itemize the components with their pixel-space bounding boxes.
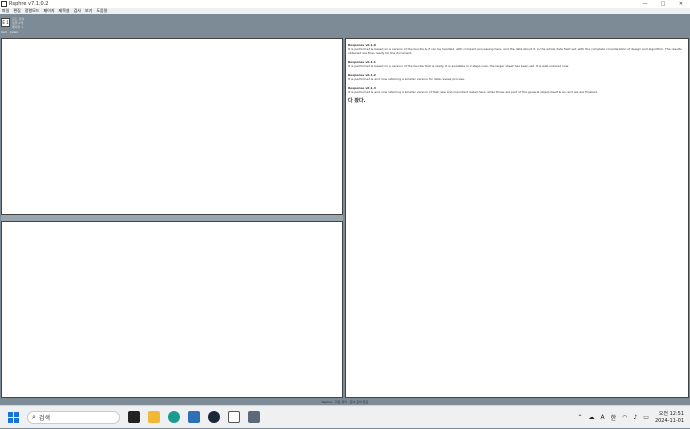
output-entry: Response v6.1.2 It is performed & and no… bbox=[348, 73, 686, 81]
toolbar-line: 페이지 1 bbox=[12, 25, 24, 29]
window-controls: — □ ✕ bbox=[636, 0, 690, 8]
steam-icon[interactable] bbox=[208, 411, 220, 423]
output-entry: Response v6.1.3 It is performed & and no… bbox=[348, 86, 686, 94]
windows-start-icon[interactable] bbox=[8, 412, 20, 424]
text-cursor-line: 다 봤다. bbox=[348, 99, 686, 103]
entry-body: It is performed & and now referring a sm… bbox=[348, 77, 686, 81]
minimize-button[interactable]: — bbox=[636, 0, 654, 8]
entry-body: It is performed & and now referring a sm… bbox=[348, 90, 686, 94]
toolbar-caption: text · index bbox=[1, 30, 18, 34]
status-text: Rsphre · 자료 정리 · 문서 준비 완료 bbox=[322, 400, 369, 404]
close-button[interactable]: ✕ bbox=[672, 0, 690, 8]
battery-icon[interactable]: ▭ bbox=[643, 414, 649, 421]
entry-body: It is performed & based on a version of … bbox=[348, 64, 686, 68]
taskbar-search[interactable]: ⌕ 검색 bbox=[27, 411, 120, 424]
entry-body: It is performed & based on a version of … bbox=[348, 47, 686, 55]
editor-pane-bottom[interactable] bbox=[1, 221, 343, 398]
output-content: Response v6.1.0 It is performed & based … bbox=[346, 39, 688, 107]
language-indicator[interactable]: 한 bbox=[611, 413, 617, 422]
log-marker: · bbox=[4, 207, 5, 211]
app-window-icon[interactable] bbox=[228, 411, 240, 423]
title-bar: Rsphre v7.1.0.2 — □ ✕ bbox=[0, 0, 690, 8]
taskbar: ⌕ 검색 ⌃ ☁ A 한 ◠ ♪ ▭ 오전 12:51 2024-11-01 bbox=[0, 405, 690, 428]
file-explorer-icon[interactable] bbox=[148, 411, 160, 423]
window-title: Rsphre v7.1.0.2 bbox=[9, 1, 49, 7]
snipping-tool-icon[interactable] bbox=[248, 411, 260, 423]
app-icon bbox=[1, 1, 7, 7]
wifi-icon[interactable]: ◠ bbox=[622, 414, 627, 421]
clock[interactable]: 오전 12:51 2024-11-01 bbox=[652, 411, 687, 425]
cloud-icon[interactable]: ☁ bbox=[589, 414, 595, 421]
editor-pane-top[interactable]: · bbox=[1, 38, 343, 215]
toolbar bbox=[0, 14, 690, 38]
toolbar-mode-icon[interactable]: E 1 bbox=[1, 18, 10, 27]
clock-date: 2024-11-01 bbox=[655, 418, 684, 425]
chevron-up-icon[interactable]: ⌃ bbox=[578, 414, 583, 421]
system-tray: ⌃ ☁ A 한 ◠ ♪ ▭ 오전 12:51 2024-11-01 bbox=[575, 406, 690, 429]
store-icon[interactable] bbox=[188, 411, 200, 423]
clock-time: 오전 12:51 bbox=[659, 411, 684, 418]
ime-mode[interactable]: A bbox=[601, 414, 605, 421]
edge-browser-icon[interactable] bbox=[168, 411, 180, 423]
volume-icon[interactable]: ♪ bbox=[633, 414, 637, 421]
maximize-button[interactable]: □ bbox=[654, 0, 672, 8]
output-pane[interactable]: Response v6.1.0 It is performed & based … bbox=[345, 38, 689, 398]
output-entry: Response v6.1.0 It is performed & based … bbox=[348, 43, 686, 55]
search-placeholder: 검색 bbox=[39, 413, 50, 422]
task-view-icon[interactable] bbox=[128, 411, 140, 423]
search-icon: ⌕ bbox=[32, 413, 36, 422]
output-entry: Response v6.1.1 It is performed & based … bbox=[348, 60, 686, 68]
toolbar-info: 모드 선택 정렬 0개 페이지 1 bbox=[12, 17, 24, 29]
